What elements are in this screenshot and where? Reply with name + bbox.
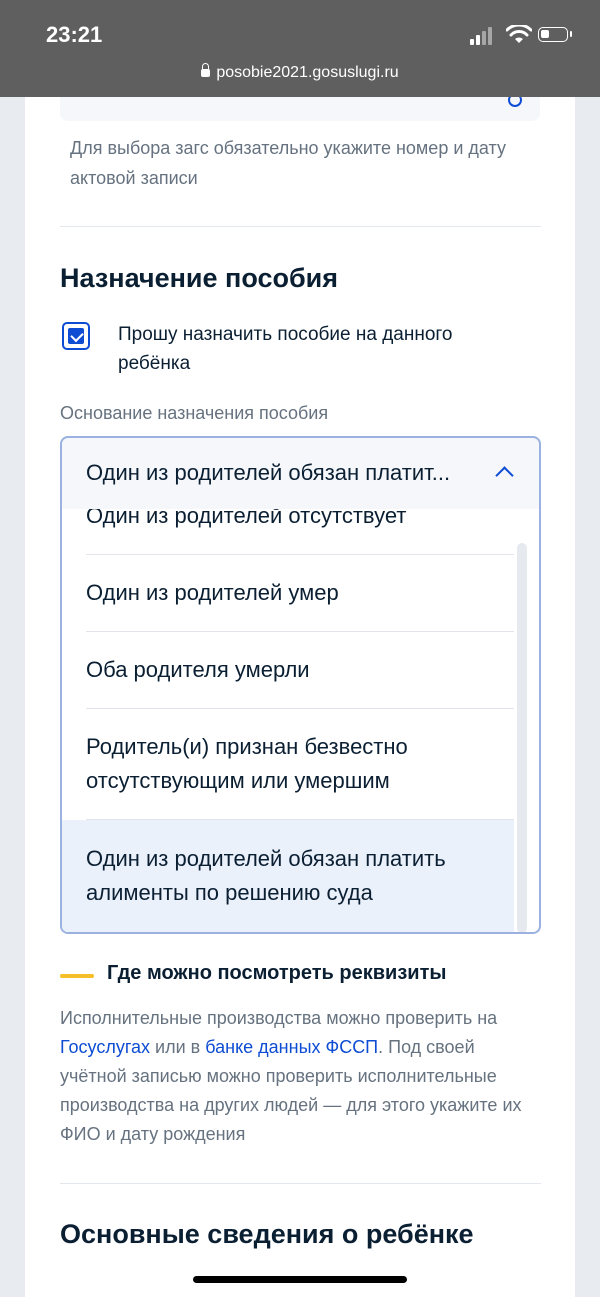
checkbox-fill <box>68 328 84 344</box>
dropdown-option-selected[interactable]: Один из родителей обязан платить алимент… <box>62 820 514 932</box>
lock-icon <box>201 63 211 77</box>
signal-icon <box>470 27 498 45</box>
dropdown-option[interactable]: Один из родителей умер <box>62 555 514 632</box>
basis-field-label: Основание назначения пособия <box>60 403 329 423</box>
search-icon[interactable] <box>508 97 522 107</box>
battery-icon <box>538 27 572 42</box>
address-bar[interactable]: posobie2021.gosuslugi.ru <box>0 63 600 82</box>
section-title-benefit: Назначение пособия <box>60 263 339 293</box>
requisites-title: Где можно посмотреть реквизиты <box>107 962 447 984</box>
basis-selected-value: Один из родителей обязан платит... <box>86 460 451 485</box>
dropdown-scrollbar[interactable] <box>517 543 527 932</box>
section-title-child: Основные сведения о ребёнке <box>60 1219 474 1249</box>
wifi-icon <box>506 25 532 43</box>
basis-dropdown-list: Один из родителей отсутствует Один из ро… <box>60 509 541 934</box>
basis-select[interactable]: Один из родителей обязан платит... <box>60 436 541 511</box>
requisites-text: Исполнительные производства можно провер… <box>60 1008 522 1144</box>
dropdown-option[interactable]: Родитель(и) признан безвестно отсутствую… <box>62 709 514 820</box>
check-icon <box>70 328 84 343</box>
fssp-databank-link[interactable]: банке данных ФССП <box>205 1037 378 1057</box>
url-text: posobie2021.gosuslugi.ru <box>216 64 399 81</box>
dropdown-option[interactable]: Один из родителей отсутствует <box>62 509 514 555</box>
dropdown-option[interactable]: Оба родителя умерли <box>62 632 514 709</box>
home-indicator[interactable] <box>193 1276 407 1283</box>
section-divider <box>60 1183 541 1184</box>
info-accent-bar <box>60 974 94 978</box>
status-bar: 23:21 posobie2021.gosuslugi.ru <box>0 0 600 97</box>
section-divider <box>60 226 541 227</box>
form-page: Для выбора загс обязательно укажите номе… <box>25 97 575 1297</box>
zags-hint: Для выбора загс обязательно укажите номе… <box>70 138 506 188</box>
benefit-checkbox[interactable] <box>62 322 90 350</box>
benefit-checkbox-label[interactable]: Прошу назначить пособие на данного ребён… <box>118 320 528 378</box>
chevron-up-icon[interactable] <box>495 466 514 485</box>
zags-search-input[interactable] <box>60 97 540 121</box>
gosuslugi-link[interactable]: Госуслугах <box>60 1037 150 1057</box>
clock: 23:21 <box>46 22 103 47</box>
